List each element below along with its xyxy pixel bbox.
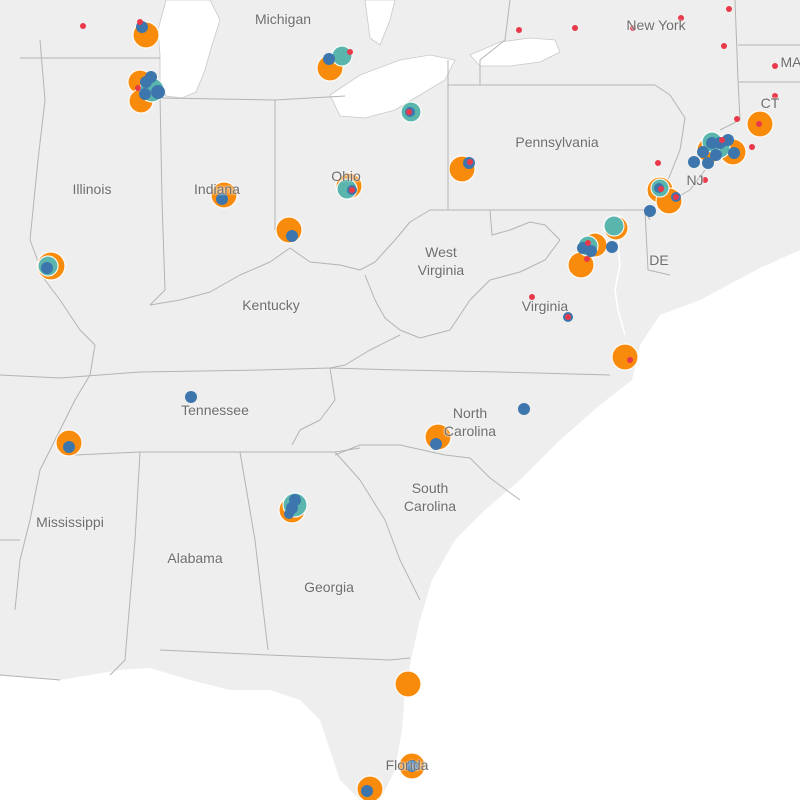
- map-marker-red[interactable]: [655, 160, 661, 166]
- map-marker-blue[interactable]: [697, 146, 709, 158]
- map-marker-red[interactable]: [721, 43, 727, 49]
- map-marker-red[interactable]: [516, 27, 522, 33]
- map-marker-blue[interactable]: [688, 156, 700, 168]
- map-marker-blue[interactable]: [289, 494, 301, 506]
- map-marker-blue[interactable]: [728, 147, 740, 159]
- map-marker-red[interactable]: [529, 294, 535, 300]
- map-marker-red[interactable]: [734, 116, 740, 122]
- basemap: [0, 0, 800, 800]
- map-marker-red[interactable]: [630, 25, 636, 31]
- map-marker-blue[interactable]: [286, 230, 298, 242]
- map-marker-red[interactable]: [627, 357, 633, 363]
- map-marker-red[interactable]: [658, 186, 664, 192]
- map-marker-red[interactable]: [702, 177, 708, 183]
- map-marker-blue[interactable]: [644, 205, 656, 217]
- map-marker-blue[interactable]: [139, 88, 151, 100]
- map-marker-red[interactable]: [406, 109, 412, 115]
- map-marker-blue[interactable]: [430, 438, 442, 450]
- map-marker-blue[interactable]: [284, 509, 294, 519]
- map-marker-red[interactable]: [719, 137, 725, 143]
- map-marker-blue[interactable]: [63, 441, 75, 453]
- map-marker-teal[interactable]: [603, 215, 625, 237]
- map-marker-blue[interactable]: [151, 85, 165, 99]
- map-marker-blue[interactable]: [145, 71, 157, 83]
- map-marker-blue[interactable]: [518, 403, 530, 415]
- map-marker-blue[interactable]: [585, 245, 597, 257]
- map-marker-red[interactable]: [80, 23, 86, 29]
- map-marker-red[interactable]: [584, 256, 590, 262]
- map-marker-blue[interactable]: [216, 193, 228, 205]
- map-marker-red[interactable]: [772, 93, 778, 99]
- map-marker-red[interactable]: [772, 63, 778, 69]
- map-marker-red[interactable]: [565, 314, 571, 320]
- map-marker-red[interactable]: [137, 19, 143, 25]
- map-marker-blue[interactable]: [41, 262, 53, 274]
- map-marker-red[interactable]: [726, 6, 732, 12]
- map-marker-blue[interactable]: [702, 157, 714, 169]
- map-marker-red[interactable]: [572, 25, 578, 31]
- map-marker-blue[interactable]: [323, 53, 335, 65]
- map-marker-blue[interactable]: [406, 760, 418, 772]
- map-marker-red[interactable]: [349, 187, 355, 193]
- map-marker-orange[interactable]: [611, 343, 639, 371]
- map-marker-orange[interactable]: [394, 670, 422, 698]
- map-marker-red[interactable]: [678, 15, 684, 21]
- map-marker-red[interactable]: [749, 144, 755, 150]
- map-marker-teal[interactable]: [331, 45, 353, 67]
- map-marker-blue[interactable]: [361, 785, 373, 797]
- map-marker-red[interactable]: [135, 85, 141, 91]
- map-marker-red[interactable]: [347, 49, 353, 55]
- map-marker-red[interactable]: [673, 194, 679, 200]
- map-marker-blue[interactable]: [185, 391, 197, 403]
- map-marker-blue[interactable]: [606, 241, 618, 253]
- map-marker-red[interactable]: [756, 121, 762, 127]
- map-marker-red[interactable]: [585, 240, 591, 246]
- map-canvas[interactable]: Michigan New York MA CT Pennsylvania Ill…: [0, 0, 800, 800]
- map-marker-red[interactable]: [467, 159, 473, 165]
